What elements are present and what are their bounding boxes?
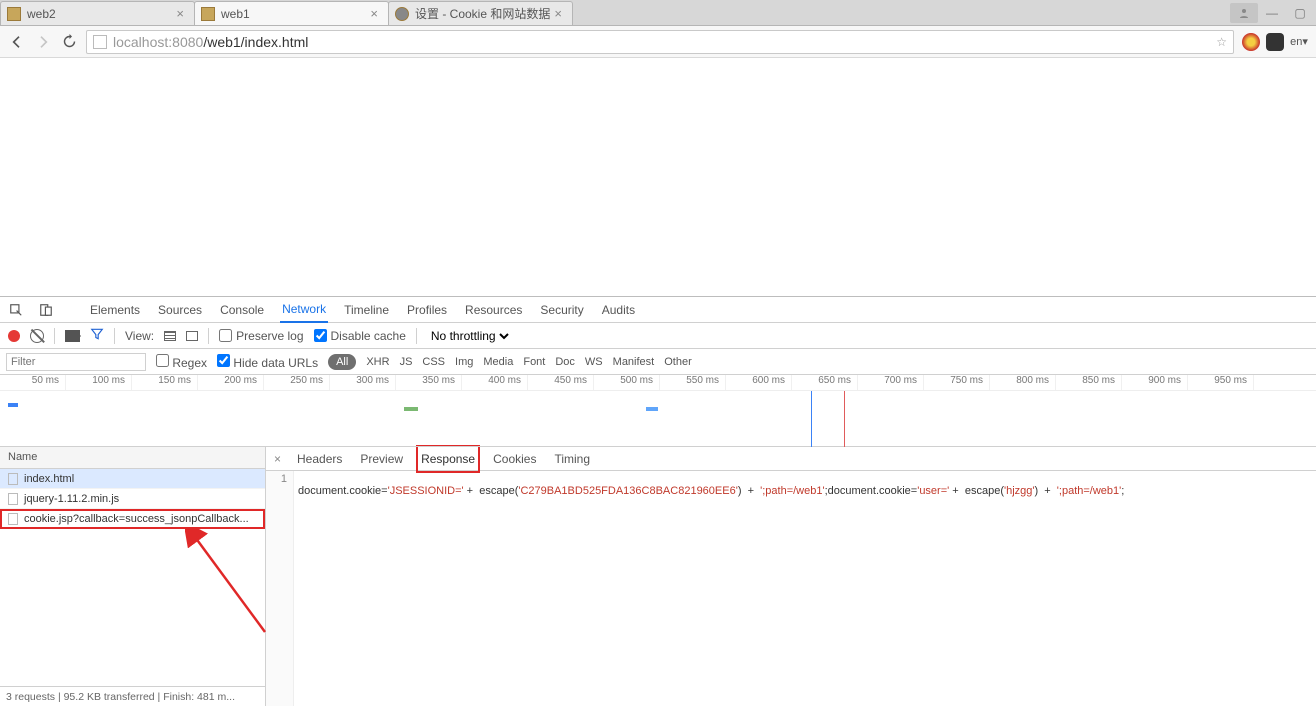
regex-checkbox[interactable]: Regex (156, 354, 207, 370)
browser-tab[interactable]: 设置 - Cookie 和网站数据 × (388, 1, 573, 25)
request-row[interactable]: jquery-1.11.2.min.js (0, 489, 265, 509)
devtools-panel: Elements Sources Console Network Timelin… (0, 296, 1316, 706)
view-list-icon[interactable] (164, 331, 176, 341)
tab-title: 设置 - Cookie 和网站数据 (415, 5, 550, 22)
request-detail-pane: × Headers Preview Response Cookies Timin… (266, 447, 1316, 706)
load-line (844, 391, 845, 447)
tab-security[interactable]: Security (538, 298, 585, 322)
close-icon[interactable]: × (172, 6, 188, 21)
window-controls: — ▢ (1230, 0, 1316, 25)
line-number: 1 (266, 471, 294, 706)
extension-icon[interactable] (1242, 33, 1260, 51)
reload-button[interactable] (60, 33, 78, 51)
favicon-icon (7, 7, 21, 21)
view-grid-icon[interactable] (186, 331, 198, 341)
devtools-tabbar: Elements Sources Console Network Timelin… (0, 297, 1316, 323)
tab-resources[interactable]: Resources (463, 298, 524, 322)
omnibox[interactable]: localhost:8080/web1/index.html ☆ (86, 30, 1234, 54)
detail-tab-timing[interactable]: Timing (552, 448, 592, 470)
user-icon[interactable] (1230, 3, 1258, 23)
view-label: View: (125, 329, 154, 343)
network-status-bar: 3 requests | 95.2 KB transferred | Finis… (0, 686, 265, 706)
filter-toggle-icon[interactable] (90, 327, 104, 344)
request-name: cookie.jsp?callback=success_jsonpCallbac… (24, 513, 249, 525)
filter-type[interactable]: Img (455, 356, 473, 368)
filter-type[interactable]: Doc (555, 356, 575, 368)
browser-tab-active[interactable]: web1 × (194, 1, 389, 25)
detail-tabbar: × Headers Preview Response Cookies Timin… (266, 447, 1316, 471)
filter-input[interactable] (6, 353, 146, 371)
tab-profiles[interactable]: Profiles (405, 298, 449, 322)
tab-console[interactable]: Console (218, 298, 266, 322)
network-timeline[interactable]: 50 ms 100 ms 150 ms 200 ms 250 ms 300 ms… (0, 375, 1316, 447)
device-toggle-icon[interactable] (38, 302, 54, 318)
disable-cache-checkbox[interactable]: Disable cache (314, 329, 406, 343)
favicon-icon (201, 7, 215, 21)
filter-type[interactable]: WS (585, 356, 603, 368)
extension-icons: en▾ (1242, 33, 1308, 51)
close-icon[interactable]: × (366, 6, 382, 21)
tab-sources[interactable]: Sources (156, 298, 204, 322)
screenshot-icon[interactable] (65, 330, 80, 342)
inspect-icon[interactable] (8, 302, 24, 318)
request-name: jquery-1.11.2.min.js (24, 493, 119, 505)
browser-tab[interactable]: web2 × (0, 1, 195, 25)
timeline-bar (8, 403, 18, 407)
maximize-button[interactable]: ▢ (1286, 3, 1314, 23)
network-toolbar: View: Preserve log Disable cache No thro… (0, 323, 1316, 349)
document-icon (8, 493, 18, 505)
response-code: document.cookie='JSESSIONID=' + escape('… (294, 471, 1316, 706)
filter-type[interactable]: JS (400, 356, 413, 368)
detail-tab-cookies[interactable]: Cookies (491, 448, 538, 470)
filter-type[interactable]: Manifest (613, 356, 655, 368)
address-bar: localhost:8080/web1/index.html ☆ en▾ (0, 26, 1316, 58)
tab-elements[interactable]: Elements (88, 298, 142, 322)
url-text: localhost:8080/web1/index.html (113, 34, 308, 50)
preserve-log-checkbox[interactable]: Preserve log (219, 329, 303, 343)
timeline-bar (404, 407, 418, 411)
request-row[interactable]: cookie.jsp?callback=success_jsonpCallbac… (0, 509, 265, 529)
filter-type[interactable]: Font (523, 356, 545, 368)
detail-tab-headers[interactable]: Headers (295, 448, 344, 470)
page-viewport (0, 58, 1316, 296)
domcontent-line (811, 391, 812, 447)
throttling-select[interactable]: No throttling (427, 328, 512, 344)
hide-urls-checkbox[interactable]: Hide data URLs (217, 354, 318, 370)
record-button[interactable] (8, 330, 20, 342)
filter-type[interactable]: Media (483, 356, 513, 368)
filter-all[interactable]: All (328, 354, 356, 370)
filter-type[interactable]: CSS (422, 356, 445, 368)
gear-icon (395, 7, 409, 21)
clear-button[interactable] (30, 329, 44, 343)
timeline-bar (646, 407, 658, 411)
request-name: index.html (24, 473, 74, 485)
extension-icon[interactable] (1266, 33, 1284, 51)
timeline-ruler: 50 ms 100 ms 150 ms 200 ms 250 ms 300 ms… (0, 375, 1316, 391)
filter-type[interactable]: XHR (366, 356, 389, 368)
document-icon (8, 473, 18, 485)
page-icon (93, 35, 107, 49)
tab-title: web2 (27, 7, 172, 21)
response-body[interactable]: 1 document.cookie='JSESSIONID=' + escape… (266, 471, 1316, 706)
extension-icon[interactable]: en▾ (1290, 33, 1308, 51)
document-icon (8, 513, 18, 525)
forward-button[interactable] (34, 33, 52, 51)
request-list-pane: Name index.html jquery-1.11.2.min.js coo… (0, 447, 266, 706)
tab-audits[interactable]: Audits (600, 298, 637, 322)
tab-title: web1 (221, 7, 366, 21)
close-detail-icon[interactable]: × (274, 452, 281, 466)
detail-tab-response[interactable]: Response (419, 448, 477, 470)
tab-timeline[interactable]: Timeline (342, 298, 391, 322)
request-row[interactable]: index.html (0, 469, 265, 489)
detail-tab-preview[interactable]: Preview (358, 448, 405, 470)
close-icon[interactable]: × (550, 6, 566, 21)
name-column-header[interactable]: Name (0, 447, 265, 469)
back-button[interactable] (8, 33, 26, 51)
browser-tab-strip: web2 × web1 × 设置 - Cookie 和网站数据 × — ▢ (0, 0, 1316, 26)
minimize-button[interactable]: — (1258, 3, 1286, 23)
bookmark-star-icon[interactable]: ☆ (1216, 35, 1227, 49)
filter-type[interactable]: Other (664, 356, 692, 368)
network-filter-bar: Regex Hide data URLs All XHR JS CSS Img … (0, 349, 1316, 375)
tab-network[interactable]: Network (280, 297, 328, 323)
